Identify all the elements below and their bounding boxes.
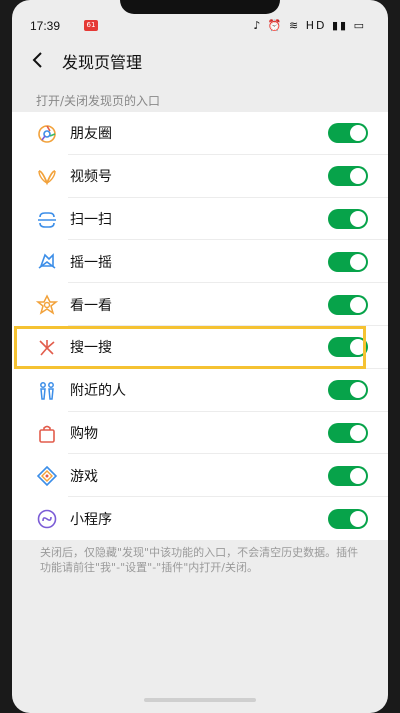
channels-icon bbox=[38, 169, 56, 186]
toggle-knob bbox=[350, 510, 366, 527]
list-item-shopping: 购物 bbox=[12, 412, 388, 455]
mini-programs-icon bbox=[37, 509, 57, 529]
toggle-knob bbox=[350, 339, 366, 356]
discover-entries-list: 朋友圈 视频号 扫一扫 摇一摇 看一看 搜一搜 附近的人 购物 游戏 小程序 bbox=[12, 112, 388, 540]
toggle-channels[interactable] bbox=[328, 166, 368, 187]
status-bar: 17:39 61 ♪ ⏰ ≋ HD ▮▮ ▭ bbox=[12, 14, 388, 38]
toggle-knob bbox=[350, 467, 366, 484]
shake-icon bbox=[38, 253, 56, 270]
status-time: 17:39 bbox=[30, 19, 61, 33]
list-item-games: 游戏 bbox=[12, 454, 388, 498]
item-label: 看一看 bbox=[70, 297, 112, 314]
toggle-mini-programs[interactable] bbox=[328, 508, 368, 529]
list-item-shake: 摇一摇 bbox=[12, 240, 388, 284]
item-label: 搜一搜 bbox=[70, 340, 112, 357]
toggle-knob bbox=[350, 210, 366, 227]
games-icon bbox=[36, 466, 58, 487]
item-label: 朋友圈 bbox=[70, 126, 112, 143]
scan-icon bbox=[38, 211, 56, 228]
item-label: 摇一摇 bbox=[70, 254, 112, 271]
section-header: 打开/关闭发现页的入口 bbox=[36, 94, 161, 108]
shopping-icon bbox=[39, 425, 55, 443]
search-icon bbox=[39, 339, 55, 356]
list-item-scan: 扫一扫 bbox=[12, 198, 388, 241]
list-item-search: 搜一搜 bbox=[12, 326, 388, 369]
item-label: 视频号 bbox=[70, 169, 112, 186]
toggle-top-stories[interactable] bbox=[328, 294, 368, 315]
toggle-search[interactable] bbox=[328, 337, 368, 358]
phone-screen: 17:39 61 ♪ ⏰ ≋ HD ▮▮ ▭ 发现页管理 打开/关闭发现页的入口… bbox=[12, 0, 388, 713]
item-label: 游戏 bbox=[70, 468, 98, 485]
list-item-people-nearby: 附近的人 bbox=[12, 369, 388, 412]
home-indicator bbox=[144, 698, 256, 702]
notification-badge: 61 bbox=[84, 20, 98, 31]
toggle-knob bbox=[350, 125, 366, 142]
top-stories-icon bbox=[36, 294, 58, 315]
back-arrow-icon[interactable] bbox=[28, 50, 48, 70]
item-label: 扫一扫 bbox=[70, 211, 112, 228]
people-nearby-icon bbox=[40, 381, 54, 400]
item-label: 购物 bbox=[70, 425, 98, 442]
toggle-people-nearby[interactable] bbox=[328, 380, 368, 401]
toggle-scan[interactable] bbox=[328, 208, 368, 229]
list-item-moments: 朋友圈 bbox=[12, 112, 388, 155]
item-label: 小程序 bbox=[70, 511, 112, 528]
toggle-games[interactable] bbox=[328, 465, 368, 486]
toggle-knob bbox=[350, 382, 366, 399]
toggle-shake[interactable] bbox=[328, 251, 368, 272]
toggle-moments[interactable] bbox=[328, 123, 368, 144]
page-title: 发现页管理 bbox=[62, 53, 143, 72]
toggle-knob bbox=[350, 424, 366, 441]
list-item-channels: 视频号 bbox=[12, 155, 388, 198]
toggle-knob bbox=[350, 253, 366, 270]
status-icons: ♪ ⏰ ≋ HD ▮▮ ▭ bbox=[253, 19, 366, 32]
list-item-mini-programs: 小程序 bbox=[12, 497, 388, 540]
list-item-top-stories: 看一看 bbox=[12, 283, 388, 326]
footer-note: 关闭后，仅隐藏"发现"中该功能的入口，不会清空历史数据。插件功能请前往"我"-"… bbox=[40, 546, 359, 574]
camera-notch bbox=[120, 0, 280, 14]
navbar: 发现页管理 bbox=[12, 42, 388, 78]
toggle-knob bbox=[350, 168, 366, 185]
toggle-knob bbox=[350, 296, 366, 313]
moments-icon bbox=[38, 125, 56, 143]
item-label: 附近的人 bbox=[70, 383, 126, 400]
toggle-shopping[interactable] bbox=[328, 422, 368, 443]
